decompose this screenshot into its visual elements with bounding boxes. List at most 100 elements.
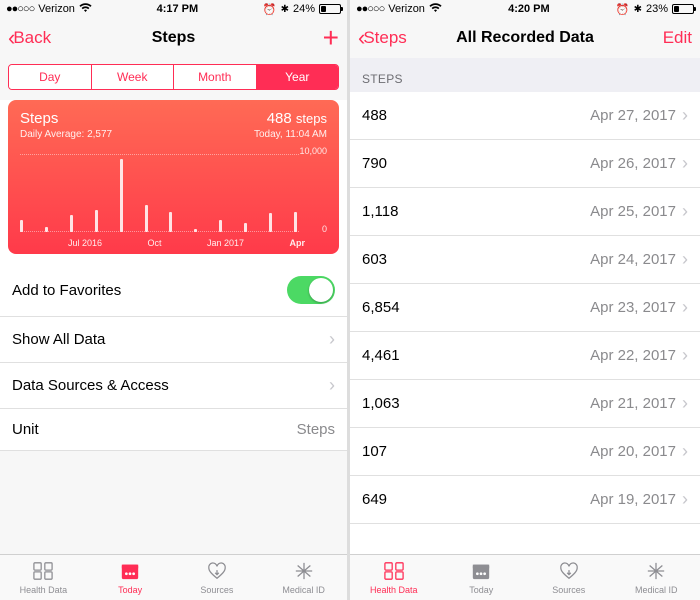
data-date: Apr 19, 2017	[590, 491, 676, 508]
data-value: 1,118	[362, 203, 398, 220]
status-bar: ●●○○○ Verizon 4:20 PM ⏰ ✱ 23%	[350, 0, 700, 18]
row-data-sources[interactable]: Data Sources & Access ›	[0, 363, 347, 409]
chevron-right-icon: ›	[329, 329, 335, 350]
screen-steps-detail: ●●○○○ Verizon 4:17 PM ⏰ ✱ 24% ‹ Back Ste…	[0, 0, 350, 600]
battery-pct: 23%	[646, 3, 668, 15]
tab-medical-id[interactable]: Medical ID	[613, 555, 700, 600]
wifi-icon	[429, 3, 442, 16]
chart-ymax: 10,000	[299, 146, 327, 156]
tab-health-data[interactable]: Health Data	[0, 555, 87, 600]
edit-label: Edit	[663, 28, 692, 48]
chart-bar	[294, 212, 297, 232]
battery-icon	[672, 4, 694, 14]
chevron-right-icon: ›	[682, 345, 688, 366]
calendar-icon	[119, 561, 141, 584]
chart-bar	[194, 229, 197, 232]
data-date: Apr 27, 2017	[590, 107, 676, 124]
data-row[interactable]: 649Apr 19, 2017›	[350, 476, 700, 524]
chevron-right-icon: ›	[682, 249, 688, 270]
data-date: Apr 26, 2017	[590, 155, 676, 172]
settings-list: Add to Favorites Show All Data › Data So…	[0, 264, 347, 451]
carrier-label: Verizon	[38, 3, 75, 15]
data-row[interactable]: 4,461Apr 22, 2017›	[350, 332, 700, 380]
wifi-icon	[79, 3, 92, 16]
chevron-right-icon: ›	[682, 441, 688, 462]
card-subtitle-left: Daily Average: 2,577	[20, 129, 112, 140]
medical-id-icon	[293, 561, 315, 584]
back-button[interactable]: ‹ Steps	[358, 27, 407, 49]
tab-sources[interactable]: Sources	[174, 555, 261, 600]
signal-dots-icon: ●●○○○	[356, 3, 384, 15]
bluetooth-icon: ✱	[281, 4, 289, 15]
tab-medical-id[interactable]: Medical ID	[260, 555, 347, 600]
seg-day[interactable]: Day	[9, 65, 92, 89]
tab-label: Health Data	[370, 585, 418, 595]
seg-year[interactable]: Year	[257, 65, 339, 89]
chart-bar	[219, 220, 222, 232]
chart-bar	[20, 220, 23, 232]
tab-label: Medical ID	[635, 585, 678, 595]
chevron-right-icon: ›	[682, 105, 688, 126]
grid-icon	[383, 561, 405, 584]
favorites-toggle[interactable]	[287, 276, 335, 304]
row-unit[interactable]: Unit Steps	[0, 409, 347, 451]
add-button[interactable]: +	[323, 24, 339, 52]
tab-health-data[interactable]: Health Data	[350, 555, 438, 600]
data-value: 1,063	[362, 395, 400, 412]
data-row[interactable]: 488 Apr 27, 2017 ›	[350, 92, 700, 140]
nav-bar: ‹ Steps All Recorded Data Edit	[350, 18, 700, 58]
chevron-right-icon: ›	[329, 375, 335, 396]
tab-today[interactable]: Today	[87, 555, 174, 600]
data-row[interactable]: 107Apr 20, 2017›	[350, 428, 700, 476]
data-value: 6,854	[362, 299, 400, 316]
data-row[interactable]: 603Apr 24, 2017›	[350, 236, 700, 284]
medical-id-icon	[645, 561, 667, 584]
carrier-label: Verizon	[388, 3, 425, 15]
chart-bar	[145, 205, 148, 232]
chevron-right-icon: ›	[682, 297, 688, 318]
data-row[interactable]: 6,854 Apr 23, 2017 ›	[350, 284, 700, 332]
calendar-icon	[470, 561, 492, 584]
tab-bar: Health DataToday Sources Medical ID	[0, 554, 347, 600]
data-value: 4,461	[362, 347, 400, 364]
data-value: 488	[362, 107, 387, 124]
data-row[interactable]: 790Apr 26, 2017›	[350, 140, 700, 188]
chevron-right-icon: ›	[682, 201, 688, 222]
edit-button[interactable]: Edit	[663, 28, 692, 48]
chart-xlabel: Apr	[289, 238, 305, 248]
steps-chart-card[interactable]: Steps 488 steps Daily Average: 2,577 Tod…	[8, 100, 339, 254]
seg-month[interactable]: Month	[174, 65, 257, 89]
row-show-all-data[interactable]: Show All Data ›	[0, 317, 347, 363]
unit-value: Steps	[297, 421, 335, 438]
card-title: Steps	[20, 110, 58, 127]
chart-xlabel: Jan 2017	[207, 238, 244, 248]
screen-all-recorded-data: ●●○○○ Verizon 4:20 PM ⏰ ✱ 23% ‹ Steps Al…	[350, 0, 700, 600]
chart-xlabel: Oct	[147, 238, 161, 248]
tab-today[interactable]: Today	[438, 555, 526, 600]
nav-bar: ‹ Back Steps +	[0, 18, 347, 58]
tab-label: Today	[469, 585, 493, 595]
chart-bar	[169, 212, 172, 232]
page-title: Steps	[0, 29, 347, 47]
seg-week[interactable]: Week	[92, 65, 175, 89]
back-label: Steps	[363, 28, 406, 48]
chart-xlabel: Jul 2016	[68, 238, 102, 248]
signal-dots-icon: ●●○○○	[6, 3, 34, 15]
grid-icon	[32, 561, 54, 584]
battery-icon	[319, 4, 341, 14]
section-header: Steps	[350, 58, 700, 92]
data-row[interactable]: 1,063 Apr 21, 2017 ›	[350, 380, 700, 428]
tab-label: Sources	[200, 585, 233, 595]
tab-sources[interactable]: Sources	[525, 555, 613, 600]
alarm-icon: ⏰	[616, 3, 630, 16]
plus-icon: +	[323, 24, 339, 52]
data-date: Apr 21, 2017	[590, 395, 676, 412]
back-button[interactable]: ‹ Back	[8, 27, 51, 49]
data-row[interactable]: 1,118Apr 25, 2017›	[350, 188, 700, 236]
chevron-right-icon: ›	[682, 393, 688, 414]
data-date: Apr 23, 2017	[590, 299, 676, 316]
row-add-favorites: Add to Favorites	[0, 264, 347, 317]
data-value: 649	[362, 491, 387, 508]
card-value: 488 steps	[267, 110, 327, 127]
chart-bar	[269, 213, 272, 232]
